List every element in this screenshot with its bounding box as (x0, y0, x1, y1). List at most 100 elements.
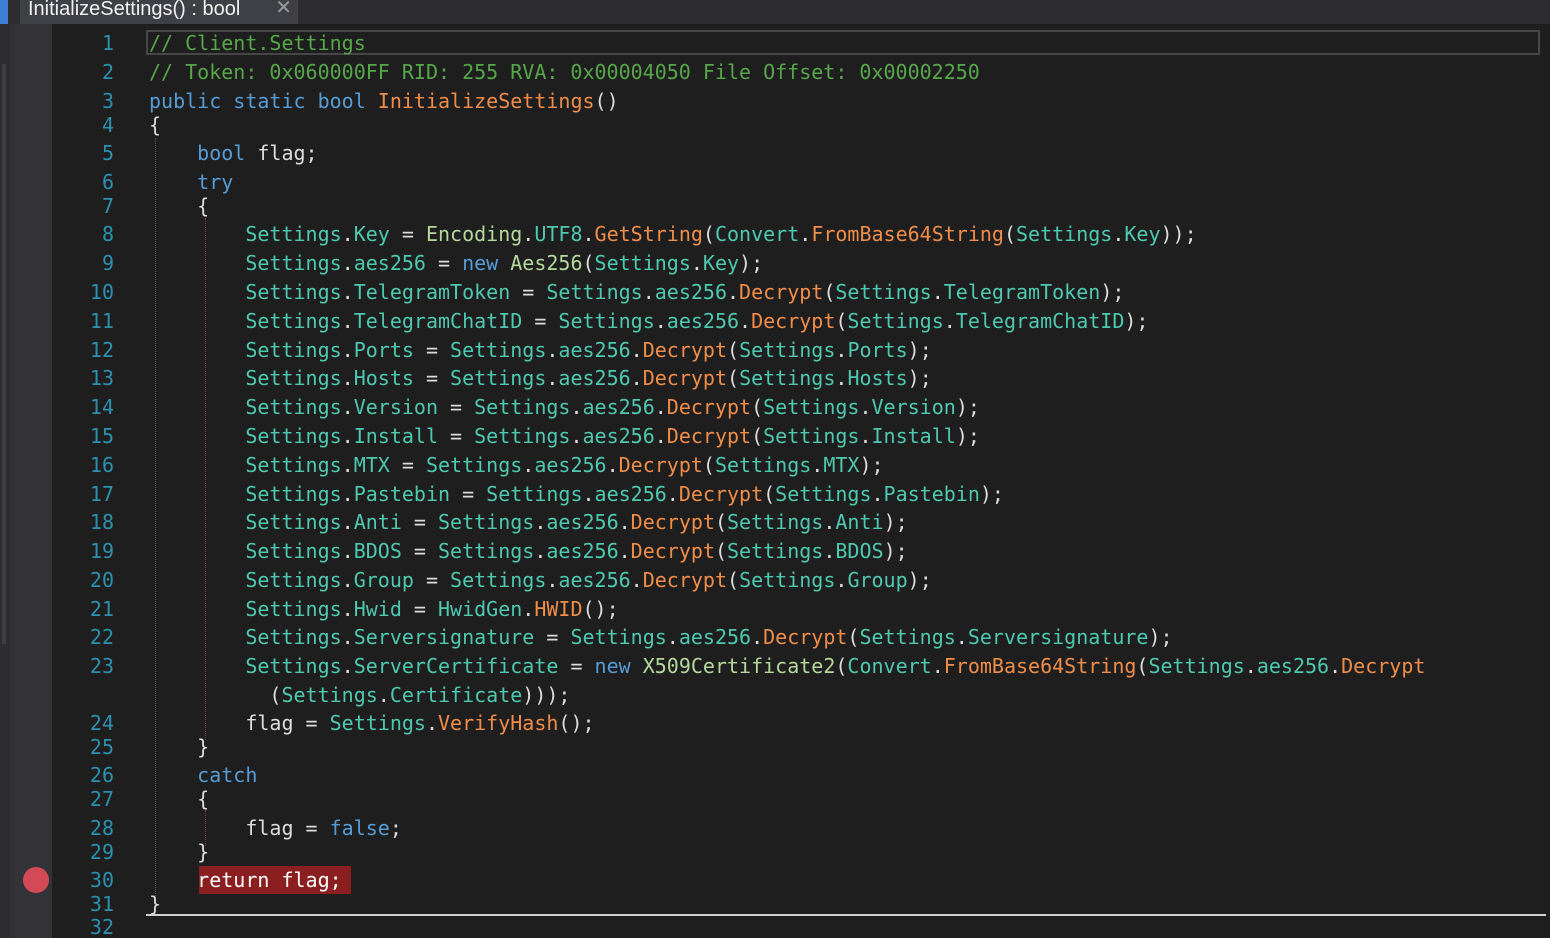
code-line[interactable]: // Client.Settings (149, 30, 366, 56)
tab-initialize-settings[interactable]: InitializeSettings() : bool ✕ (20, 0, 298, 24)
code-token: Decrypt (618, 453, 703, 477)
code-token: () (594, 89, 619, 113)
code-token: Pastebin (353, 482, 451, 506)
code-token: ( (582, 251, 595, 275)
line-number: 1 (101, 31, 114, 55)
code-token: Settings (727, 539, 824, 563)
code-token: Settings (245, 453, 342, 477)
code-line[interactable]: Settings.Key = Encoding.UTF8.GetString(C… (149, 221, 1196, 247)
code-token: . (546, 338, 559, 362)
code-token: ); (739, 251, 764, 275)
code-token: . (727, 280, 740, 304)
code-token: Settings (763, 424, 860, 448)
scrollbar-thumb[interactable] (2, 64, 6, 644)
code-line[interactable]: { (149, 112, 161, 138)
code-line[interactable]: Settings.ServerCertificate = new X509Cer… (149, 653, 1425, 679)
code-token: Version (871, 395, 956, 419)
code-token: . (666, 482, 679, 506)
code-line[interactable]: { (149, 786, 209, 812)
code-token: Group (353, 568, 414, 592)
code-token: Settings (245, 309, 342, 333)
code-token: aes256 (558, 568, 631, 592)
code-line[interactable]: Settings.aes256 = new Aes256(Settings.Ke… (149, 250, 763, 276)
code-token: TelegramChatID (955, 309, 1125, 333)
document-tab-bar: InitializeSettings() : bool ✕ (0, 0, 1550, 24)
code-token: . (341, 539, 354, 563)
code-token: ); (1100, 280, 1125, 304)
code-line[interactable]: Settings.Ports = Settings.aes256.Decrypt… (149, 337, 931, 363)
code-token: . (341, 510, 354, 534)
code-token: TelegramChatID (353, 309, 523, 333)
code-line[interactable]: public static bool InitializeSettings() (149, 88, 619, 114)
breakpoint-icon[interactable] (23, 867, 49, 893)
code-token: . (534, 510, 547, 534)
code-token: = (522, 309, 559, 333)
code-line[interactable]: Settings.Hosts = Settings.aes256.Decrypt… (149, 365, 932, 391)
code-token: Settings (727, 510, 824, 534)
code-line[interactable]: flag = Settings.VerifyHash(); (149, 710, 594, 736)
code-token: Settings (558, 309, 655, 333)
code-token: Key (702, 251, 740, 275)
code-line[interactable]: Settings.MTX = Settings.aes256.Decrypt(S… (149, 452, 883, 478)
code-line[interactable]: Settings.Anti = Settings.aes256.Decrypt(… (149, 509, 907, 535)
code-token: . (931, 280, 944, 304)
code-line[interactable]: Settings.BDOS = Settings.aes256.Decrypt(… (149, 538, 907, 564)
code-line[interactable]: Settings.Hwid = HwidGen.HWID(); (149, 596, 618, 622)
code-line[interactable]: Settings.Group = Settings.aes256.Decrypt… (149, 567, 931, 593)
code-token: catch (197, 763, 258, 787)
code-line[interactable]: try (149, 169, 233, 195)
breakpoint-gutter[interactable] (10, 24, 52, 938)
code-token: ; (389, 816, 402, 840)
code-token: try (197, 170, 234, 194)
code-token: Decrypt (630, 510, 715, 534)
line-number: 2 (101, 60, 114, 84)
code-token: . (341, 338, 354, 362)
code-token: ( (751, 395, 764, 419)
code-line[interactable]: } (149, 839, 209, 865)
line-number: 20 (89, 568, 114, 592)
code-token: // Token: 0x060000FF RID: 255 RVA: 0x000… (149, 60, 980, 84)
code-line[interactable]: { (149, 193, 209, 219)
code-line[interactable]: (Settings.Certificate))); (149, 682, 570, 708)
close-icon[interactable]: ✕ (275, 0, 292, 18)
line-number: 22 (89, 625, 114, 649)
code-token: . (341, 482, 354, 506)
code-line[interactable]: Settings.TelegramChatID = Settings.aes25… (149, 308, 1148, 334)
code-line[interactable]: Settings.Version = Settings.aes256.Decry… (149, 394, 980, 420)
code-token: . (871, 482, 884, 506)
code-line[interactable]: } (149, 734, 209, 760)
code-token: . (341, 395, 354, 419)
code-token: . (1244, 654, 1257, 678)
code-line[interactable]: bool flag; (149, 140, 317, 166)
code-token: . (570, 395, 583, 419)
code-token: Convert (847, 654, 932, 678)
code-line[interactable]: return flag; (149, 867, 342, 893)
code-token: Settings (474, 424, 571, 448)
code-token: . (823, 539, 836, 563)
code-token: . (582, 482, 595, 506)
code-line[interactable]: flag = false; (149, 815, 402, 841)
code-token: Serversignature (353, 625, 535, 649)
code-line[interactable]: Settings.Serversignature = Settings.aes2… (149, 624, 1172, 650)
code-line[interactable]: Settings.Pastebin = Settings.aes256.Decr… (149, 481, 1004, 507)
code-token: . (642, 280, 655, 304)
code-token: . (341, 597, 354, 621)
code-line[interactable]: Settings.Install = Settings.aes256.Decry… (149, 423, 980, 449)
code-token: = (558, 654, 595, 678)
code-token: . (606, 453, 619, 477)
code-line[interactable]: Settings.TelegramToken = Settings.aes256… (149, 279, 1124, 305)
code-token: . (654, 424, 667, 448)
line-number: 17 (89, 482, 114, 506)
line-number: 7 (101, 194, 114, 218)
code-line[interactable]: catch (149, 762, 257, 788)
code-token: . (522, 453, 535, 477)
code-token: Settings (245, 222, 342, 246)
code-line[interactable]: // Token: 0x060000FF RID: 255 RVA: 0x000… (149, 59, 980, 85)
line-number: 4 (101, 113, 114, 137)
code-token: ); (907, 366, 932, 390)
code-token: Settings (763, 395, 860, 419)
code-token: public static bool (149, 89, 378, 113)
